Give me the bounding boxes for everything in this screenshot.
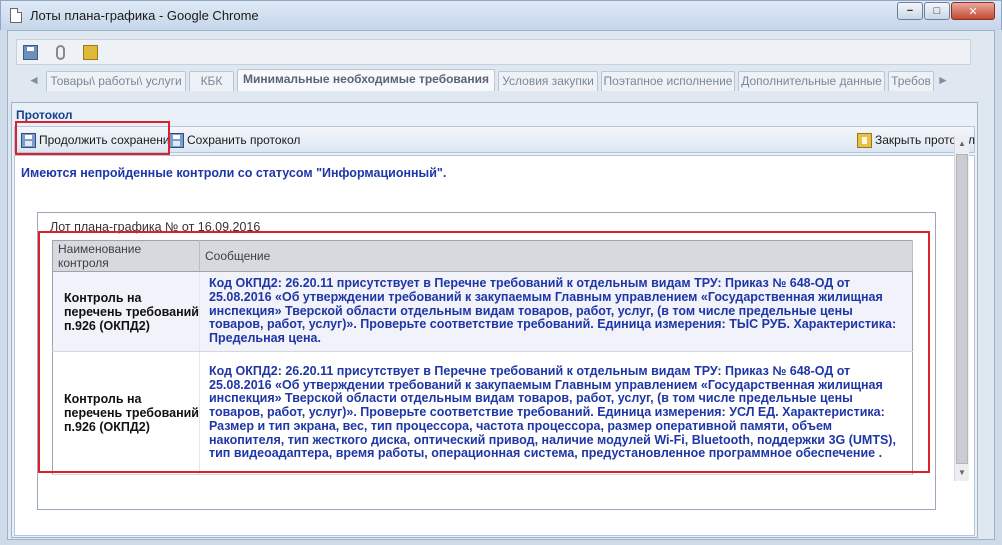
attach-icon[interactable] <box>56 45 65 60</box>
book-icon[interactable] <box>83 45 98 60</box>
window-title: Лоты плана-графика - Google Chrome <box>30 8 259 23</box>
save-icon <box>169 132 184 148</box>
table-highlight <box>38 231 930 473</box>
tab-kbk[interactable]: КБК <box>189 71 234 91</box>
scroll-up-icon[interactable]: ▲ <box>955 137 969 151</box>
continue-save-highlight <box>15 121 170 155</box>
close-window-button[interactable]: ✕ <box>951 2 995 20</box>
scrollbar-thumb[interactable] <box>956 154 968 464</box>
save-icon[interactable] <box>23 45 38 60</box>
tab-purchase-conditions[interactable]: Условия закупки <box>498 71 598 91</box>
protocol-title: Протокол <box>16 108 73 122</box>
document-icon <box>10 8 22 23</box>
app-tabs: ◄ Товары\ работы\ услуги КБК Минимальные… <box>16 69 971 91</box>
minimize-button[interactable]: − <box>897 2 923 20</box>
save-protocol-label: Сохранить протокол <box>187 133 301 147</box>
tab-next-arrow-icon[interactable]: ► <box>935 71 951 89</box>
window-titlebar: Лоты плана-графика - Google Chrome − □ ✕ <box>0 0 1002 30</box>
tab-additional-data[interactable]: Дополнительные данные <box>738 71 885 91</box>
warning-message: Имеются непройденные контроли со статусо… <box>21 166 447 180</box>
tab-requirements[interactable]: Требов <box>888 71 934 91</box>
tab-stage-execution[interactable]: Поэтапное исполнение <box>601 71 735 91</box>
tab-prev-arrow-icon[interactable]: ◄ <box>26 71 42 89</box>
tab-min-requirements[interactable]: Минимальные необходимые требования <box>237 69 495 91</box>
app-toolbar <box>16 39 971 65</box>
book-close-icon <box>857 132 872 148</box>
scroll-down-icon[interactable]: ▼ <box>955 466 969 480</box>
restore-button[interactable]: □ <box>924 2 950 20</box>
save-protocol-button[interactable]: Сохранить протокол <box>169 131 300 149</box>
window-controls: − □ ✕ <box>896 2 995 20</box>
vertical-scrollbar[interactable]: ▲ ▼ <box>954 136 969 481</box>
tab-goods[interactable]: Товары\ работы\ услуги <box>46 71 186 91</box>
